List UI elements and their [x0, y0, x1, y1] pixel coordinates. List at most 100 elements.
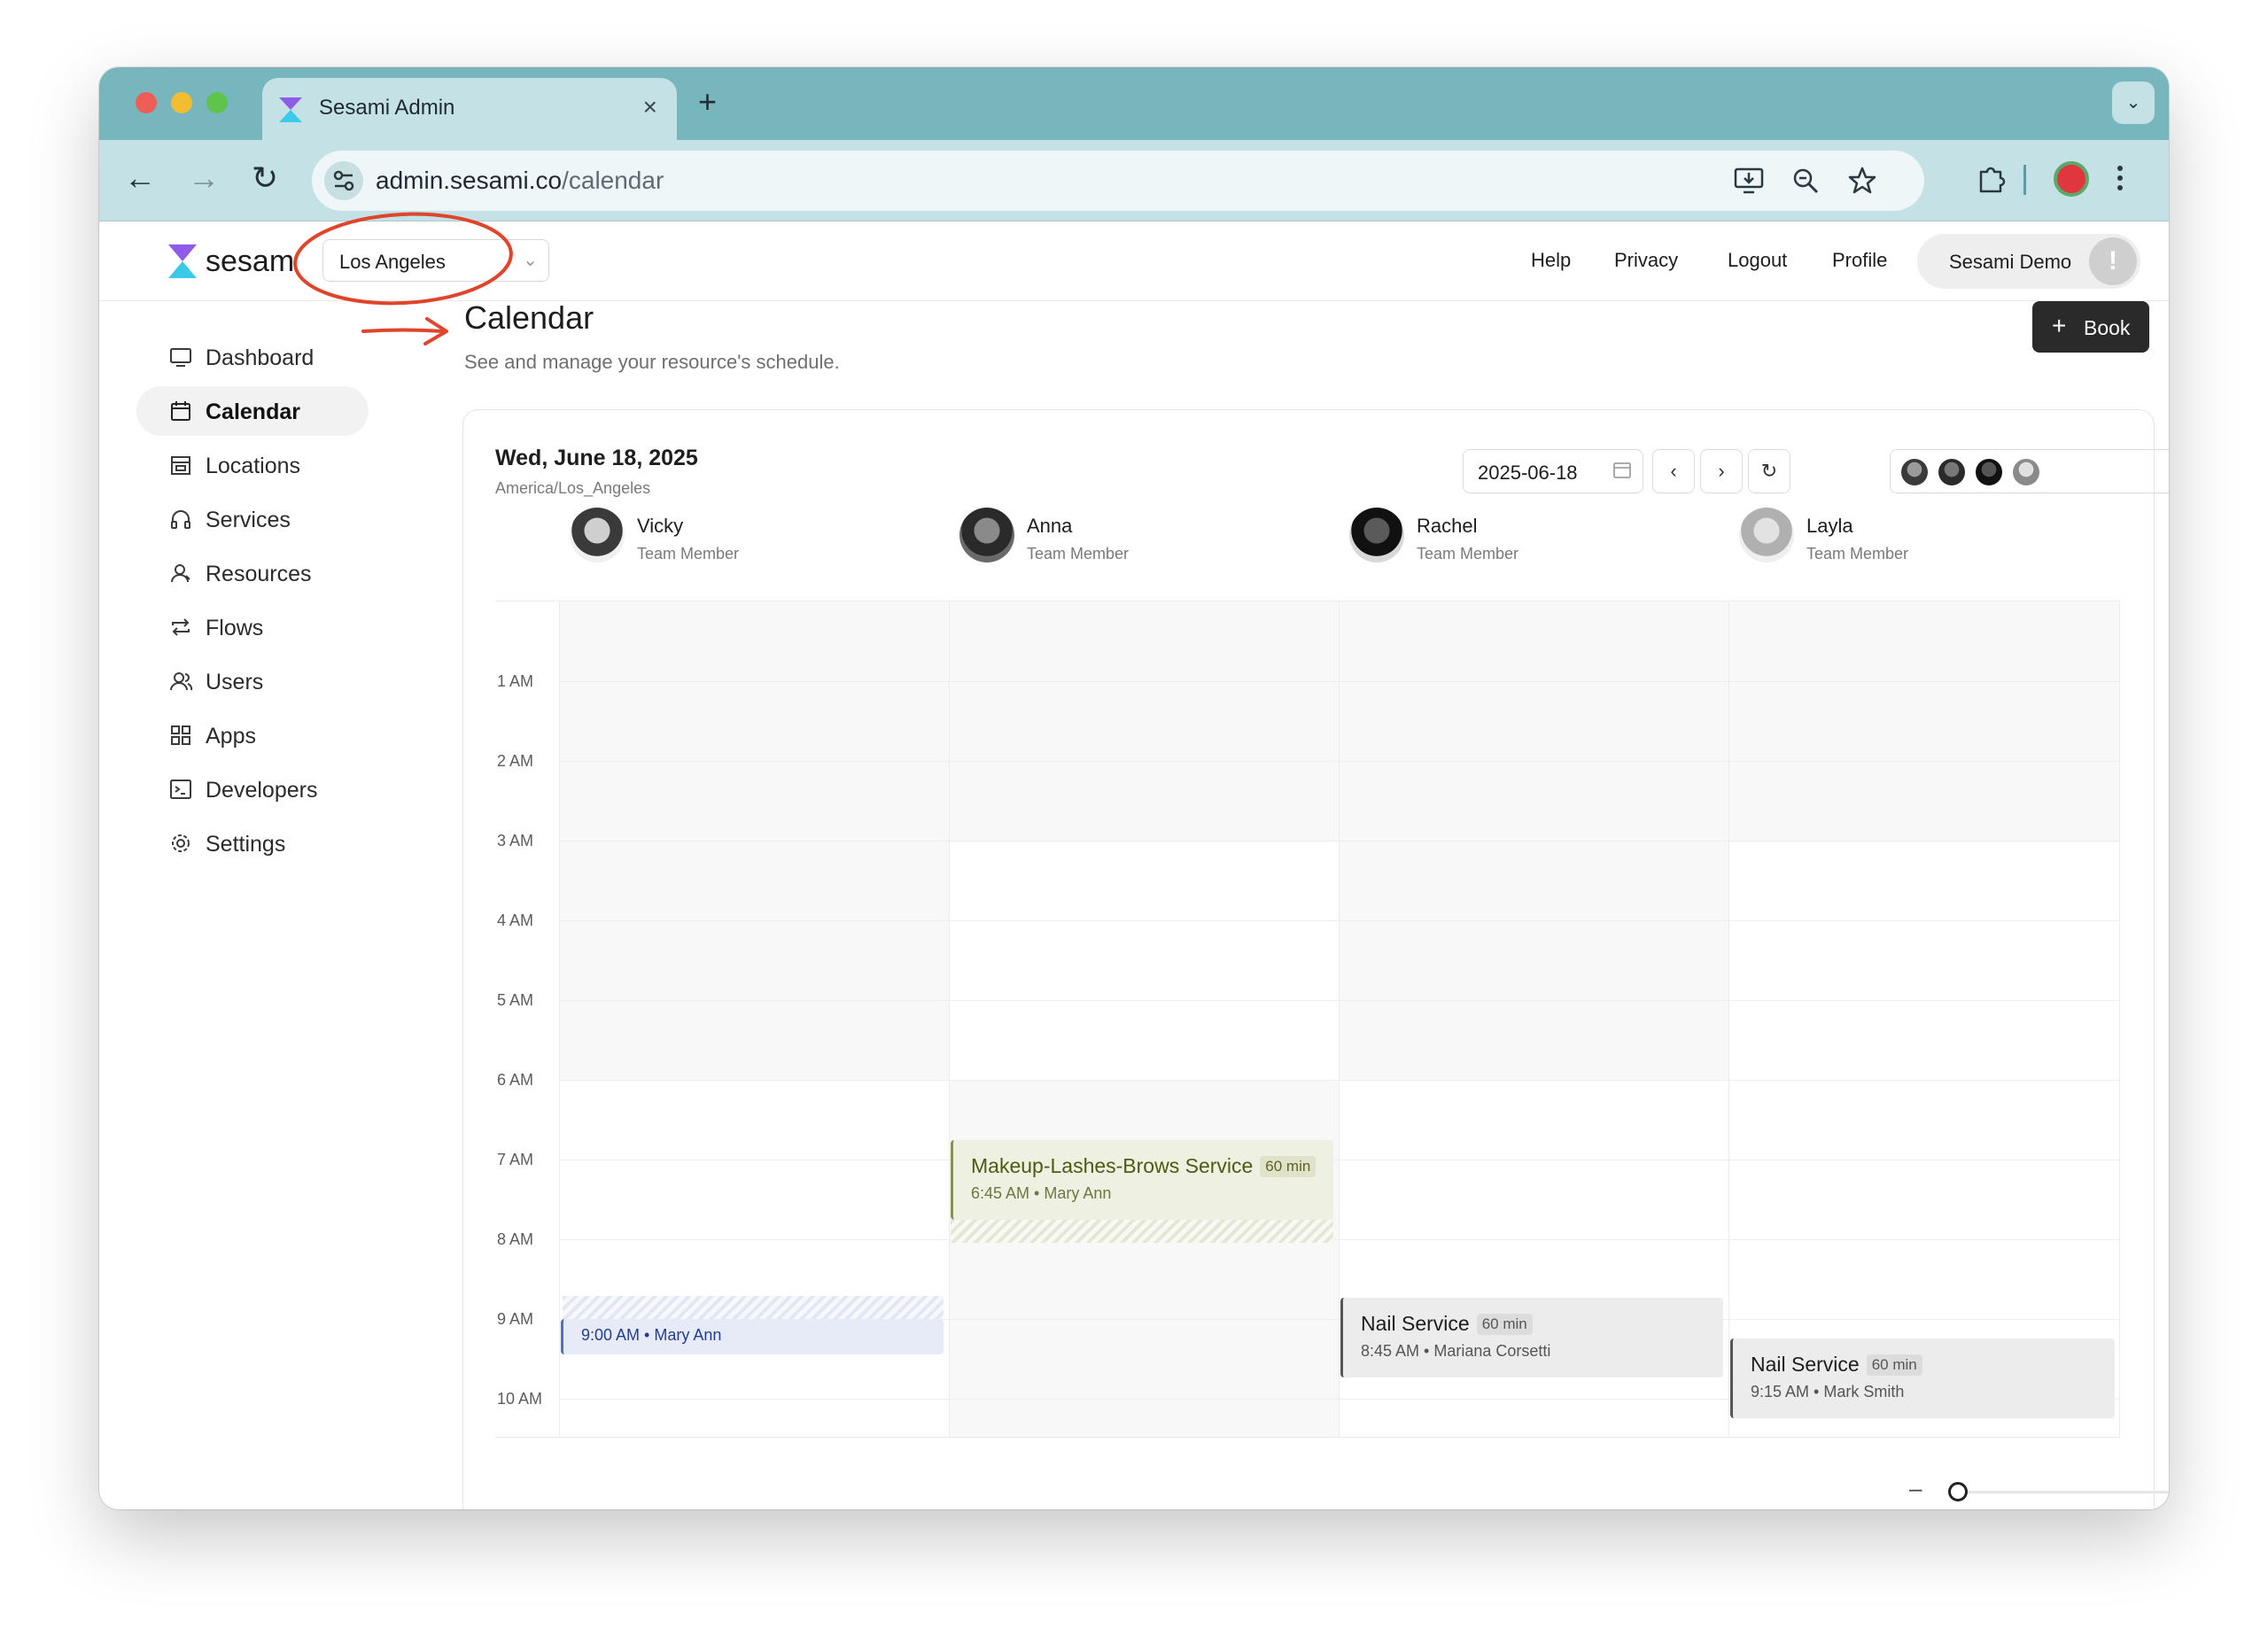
sidebar-item-calendar[interactable]: Calendar	[136, 386, 369, 436]
tab-close-icon[interactable]: ×	[643, 93, 657, 121]
bookmark-star-icon[interactable]	[1846, 165, 1878, 197]
avatar	[1938, 459, 1965, 485]
sidebar-item-label: Flows	[206, 616, 264, 640]
site-info-icon[interactable]	[324, 161, 363, 200]
tab-search-button[interactable]: ⌄	[2112, 81, 2155, 124]
back-button[interactable]: ←	[124, 159, 156, 197]
brand-name[interactable]: sesam	[206, 244, 294, 279]
zoom-slider-track[interactable]	[1948, 1491, 2169, 1493]
sidebar-item-locations[interactable]: Locations	[136, 440, 369, 490]
calendar-card: Wed, June 18, 2025 America/Los_Angeles 2…	[462, 409, 2169, 1509]
sidebar-item-dashboard[interactable]: Dashboard	[136, 332, 369, 382]
toolbar-divider	[2023, 165, 2026, 195]
event-title-text: Nail Service	[1751, 1353, 1860, 1376]
new-tab-button[interactable]: +	[698, 83, 717, 120]
sidebar-item-resources[interactable]: Resources	[136, 548, 369, 598]
hour-line	[559, 920, 2120, 921]
url-path: /calendar	[562, 167, 664, 194]
time-label: 10 AM	[497, 1390, 543, 1408]
user-menu[interactable]: Sesami Demo !	[1917, 234, 2140, 289]
time-label: 6 AM	[497, 1071, 534, 1089]
zoom-slider-handle[interactable]	[1948, 1482, 1968, 1501]
unavailable-block	[950, 1080, 1339, 1438]
zoom-out-button[interactable]: –	[1909, 1475, 1922, 1502]
location-value: Los Angeles	[339, 251, 446, 273]
buffer-block	[563, 1296, 944, 1319]
resource-name: Rachel	[1417, 515, 1478, 537]
help-link[interactable]: Help	[1531, 249, 1571, 272]
avatar	[1349, 508, 1404, 562]
buffer-block	[951, 1220, 1333, 1243]
reload-button[interactable]: ↻	[252, 159, 278, 197]
tab-bar: Sesami Admin × + ⌄	[99, 67, 2169, 140]
date-picker-input[interactable]: 2025-06-18	[1463, 449, 1643, 493]
event-duration-badge: 60 min	[1260, 1156, 1317, 1177]
sidebar-item-label: Apps	[206, 724, 256, 749]
event-nail-service-rachel[interactable]: Nail Service 60 min 8:45 AM • Mariana Cor…	[1340, 1298, 1723, 1377]
sidebar-item-services[interactable]: Services	[136, 494, 369, 544]
apps-icon	[171, 725, 190, 745]
resource-header-layla[interactable]: Layla Team Member	[1739, 508, 2005, 570]
resource-filter-select[interactable]: ⌄	[1890, 449, 2169, 493]
avatar	[959, 508, 1014, 562]
avatar	[1739, 508, 1794, 562]
url-text: admin.sesami.co/calendar	[376, 167, 664, 195]
profile-icon[interactable]	[2054, 161, 2089, 197]
forward-button[interactable]: →	[188, 159, 220, 197]
resource-header-rachel[interactable]: Rachel Team Member	[1349, 508, 1615, 570]
time-label: 1 AM	[497, 672, 534, 690]
tab-title: Sesami Admin	[319, 96, 455, 120]
event-title-text: Makeup-Lashes-Brows Service	[971, 1154, 1254, 1177]
resource-header-vicky[interactable]: Vicky Team Member	[570, 508, 835, 570]
menu-icon[interactable]	[2114, 161, 2126, 195]
column-layla[interactable]	[1728, 601, 2120, 1438]
event-meta: 9:00 AM • Mary Ann	[581, 1326, 722, 1344]
event-vicky-appointment[interactable]: 9:00 AM • Mary Ann	[561, 1319, 944, 1354]
extensions-icon[interactable]	[1974, 161, 2008, 195]
sidebar-item-apps[interactable]: Apps	[136, 710, 369, 760]
event-nail-service-layla[interactable]: Nail Service 60 min 9:15 AM • Mark Smith	[1730, 1338, 2115, 1418]
refresh-button[interactable]: ↻	[1748, 449, 1790, 493]
time-label: 2 AM	[497, 752, 534, 770]
logout-link[interactable]: Logout	[1728, 249, 1787, 272]
next-day-button[interactable]: ›	[1700, 449, 1743, 493]
chevron-right-icon: ›	[1718, 460, 1725, 482]
column-anna[interactable]	[949, 601, 1339, 1438]
monitor-icon	[170, 348, 191, 367]
sesami-logo-icon[interactable]	[167, 243, 198, 280]
book-button[interactable]: + Book	[2032, 301, 2149, 353]
time-label: 3 AM	[497, 832, 534, 850]
time-label: 8 AM	[497, 1230, 534, 1248]
previous-day-button[interactable]: ‹	[1652, 449, 1695, 493]
store-icon	[171, 456, 190, 475]
hour-line	[559, 1080, 2120, 1081]
zoom-icon[interactable]	[1790, 165, 1821, 197]
refresh-icon: ↻	[1760, 460, 1778, 482]
time-label: 5 AM	[497, 991, 534, 1009]
minimize-window-button[interactable]	[171, 92, 192, 113]
sidebar-item-developers[interactable]: Developers	[136, 764, 369, 814]
sidebar-item-flows[interactable]: Flows	[136, 602, 369, 652]
close-window-button[interactable]	[136, 92, 157, 113]
day-time-grid[interactable]: 1 AM 2 AM 3 AM 4 AM 5 AM 6 AM 7 AM 8 AM …	[495, 601, 2120, 1438]
tab-sesami-admin[interactable]: Sesami Admin ×	[262, 78, 677, 140]
event-makeup-lashes-brows[interactable]: Makeup-Lashes-Brows Service 60 min 6:45 A…	[951, 1140, 1333, 1220]
hour-line	[559, 761, 2120, 762]
repeat-icon	[172, 618, 190, 636]
sidebar-item-users[interactable]: Users	[136, 656, 369, 706]
profile-link[interactable]: Profile	[1832, 249, 1887, 272]
avatar	[1901, 459, 1928, 485]
hour-line	[559, 841, 2120, 842]
privacy-link[interactable]: Privacy	[1614, 249, 1678, 272]
calendar-date-heading: Wed, June 18, 2025	[495, 446, 698, 470]
install-icon[interactable]	[1733, 165, 1765, 197]
event-title: Nail Service 60 min	[1361, 1312, 1533, 1336]
zoom-window-button[interactable]	[206, 92, 228, 113]
resource-header-anna[interactable]: Anna Team Member	[959, 508, 1225, 570]
sidebar-item-settings[interactable]: Settings	[136, 818, 369, 868]
time-label: 9 AM	[497, 1310, 534, 1328]
event-title: Makeup-Lashes-Brows Service 60 min	[971, 1154, 1317, 1178]
address-bar[interactable]: admin.sesami.co/calendar	[312, 151, 1924, 211]
time-label: 4 AM	[497, 912, 534, 929]
location-select[interactable]: Los Angeles ⌄	[322, 239, 549, 282]
